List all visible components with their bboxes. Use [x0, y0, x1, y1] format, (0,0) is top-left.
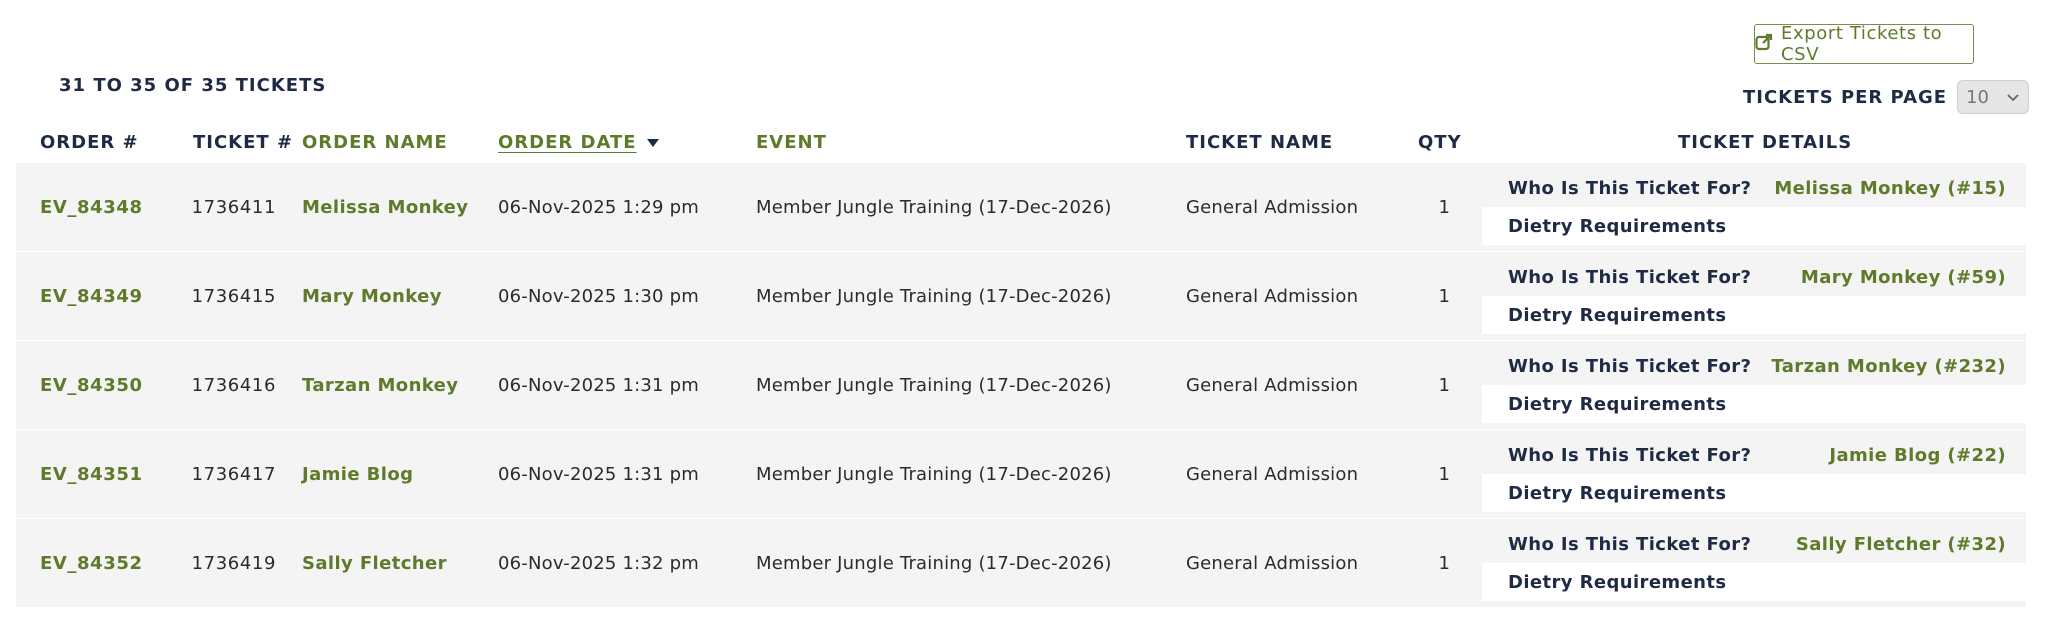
diet-label: Dietry Requirements [1508, 482, 1727, 504]
quantity: 1 [1438, 463, 1450, 485]
tickets-per-page-label: TICKETS PER PAGE [1743, 86, 1948, 108]
quantity: 1 [1438, 374, 1450, 396]
col-header-order-name[interactable]: ORDER NAME [302, 132, 448, 153]
order-number-link[interactable]: EV_84350 [40, 341, 143, 429]
tickets-per-page: TICKETS PER PAGE 10 [1743, 80, 2030, 114]
diet-label: Dietry Requirements [1508, 215, 1727, 237]
ticket-name: General Admission [1186, 374, 1359, 396]
order-number-link[interactable]: EV_84348 [40, 163, 143, 251]
who-label: Who Is This Ticket For? [1508, 266, 1752, 288]
ticket-name: General Admission [1186, 285, 1359, 307]
col-header-ticket: TICKET # [193, 132, 294, 153]
col-header-ticket-details: TICKET DETAILS [1678, 132, 1853, 153]
ticket-details: Who Is This Ticket For? Melissa Monkey (#… [1482, 163, 2026, 251]
order-date: 06-Nov-2025 1:31 pm [498, 374, 699, 396]
order-number-link[interactable]: EV_84351 [40, 430, 143, 518]
ticket-count: 31 TO 35 OF 35 TICKETS [59, 75, 327, 96]
table-row: EV_84352 1736419 Sally Fletcher 06-Nov-2… [16, 519, 2026, 607]
order-name: Jamie Blog [302, 463, 414, 485]
who-label: Who Is This Ticket For? [1508, 444, 1752, 466]
order-date: 06-Nov-2025 1:29 pm [498, 196, 699, 218]
ticket-number: 1736411 [191, 196, 276, 218]
ticket-name: General Admission [1186, 463, 1359, 485]
col-header-qty: QTY [1418, 132, 1462, 153]
col-header-order-date-label: ORDER DATE [498, 132, 637, 153]
chevron-down-icon [2007, 94, 2019, 102]
who-value: Tarzan Monkey (#232) [1771, 355, 2006, 377]
order-name: Tarzan Monkey [302, 374, 459, 396]
diet-label: Dietry Requirements [1508, 571, 1727, 593]
col-header-ticket-name: TICKET NAME [1186, 132, 1334, 153]
who-label: Who Is This Ticket For? [1508, 355, 1752, 377]
table-row: EV_84349 1736415 Mary Monkey 06-Nov-2025… [16, 252, 2026, 340]
diet-label: Dietry Requirements [1508, 304, 1727, 326]
tickets-per-page-value: 10 [1966, 86, 1990, 108]
table-row: EV_84351 1736417 Jamie Blog 06-Nov-2025 … [16, 430, 2026, 518]
event-name: Member Jungle Training (17-Dec-2026) [756, 463, 1112, 485]
order-name: Sally Fletcher [302, 552, 447, 574]
event-name: Member Jungle Training (17-Dec-2026) [756, 196, 1112, 218]
ticket-details: Who Is This Ticket For? Sally Fletcher (#… [1482, 519, 2026, 607]
who-label: Who Is This Ticket For? [1508, 177, 1752, 199]
external-link-icon [1755, 33, 1773, 56]
export-csv-button[interactable]: Export Tickets to CSV [1754, 23, 1974, 65]
order-date: 06-Nov-2025 1:32 pm [498, 552, 699, 574]
col-header-order-date[interactable]: ORDER DATE [498, 132, 659, 153]
tickets-per-page-select[interactable]: 10 [1957, 80, 2030, 114]
col-header-event[interactable]: EVENT [756, 132, 827, 153]
order-date: 06-Nov-2025 1:30 pm [498, 285, 699, 307]
ticket-details: Who Is This Ticket For? Tarzan Monkey (#2… [1482, 341, 2026, 429]
who-value: Melissa Monkey (#15) [1774, 177, 2006, 199]
export-csv-label: Export Tickets to CSV [1781, 23, 1943, 65]
quantity: 1 [1438, 196, 1450, 218]
order-name: Mary Monkey [302, 285, 442, 307]
who-value: Jamie Blog (#22) [1829, 444, 2006, 466]
order-name: Melissa Monkey [302, 196, 469, 218]
order-date: 06-Nov-2025 1:31 pm [498, 463, 699, 485]
order-number-link[interactable]: EV_84352 [40, 519, 143, 607]
ticket-number: 1736419 [191, 552, 276, 574]
ticket-number: 1736415 [191, 285, 276, 307]
ticket-details: Who Is This Ticket For? Jamie Blog (#22) … [1482, 430, 2026, 518]
event-name: Member Jungle Training (17-Dec-2026) [756, 374, 1112, 396]
ticket-details: Who Is This Ticket For? Mary Monkey (#59)… [1482, 252, 2026, 340]
table-row: EV_84350 1736416 Tarzan Monkey 06-Nov-20… [16, 341, 2026, 429]
ticket-number: 1736416 [191, 374, 276, 396]
event-name: Member Jungle Training (17-Dec-2026) [756, 285, 1112, 307]
quantity: 1 [1438, 285, 1450, 307]
sort-desc-icon [646, 139, 659, 147]
who-value: Mary Monkey (#59) [1800, 266, 2006, 288]
event-name: Member Jungle Training (17-Dec-2026) [756, 552, 1112, 574]
ticket-name: General Admission [1186, 196, 1359, 218]
order-number-link[interactable]: EV_84349 [40, 252, 143, 340]
who-value: Sally Fletcher (#32) [1795, 533, 2006, 555]
table-row: EV_84348 1736411 Melissa Monkey 06-Nov-2… [16, 163, 2026, 251]
ticket-name: General Admission [1186, 552, 1359, 574]
ticket-number: 1736417 [191, 463, 276, 485]
who-label: Who Is This Ticket For? [1508, 533, 1752, 555]
diet-label: Dietry Requirements [1508, 393, 1727, 415]
col-header-order: ORDER # [40, 132, 139, 153]
quantity: 1 [1438, 552, 1450, 574]
